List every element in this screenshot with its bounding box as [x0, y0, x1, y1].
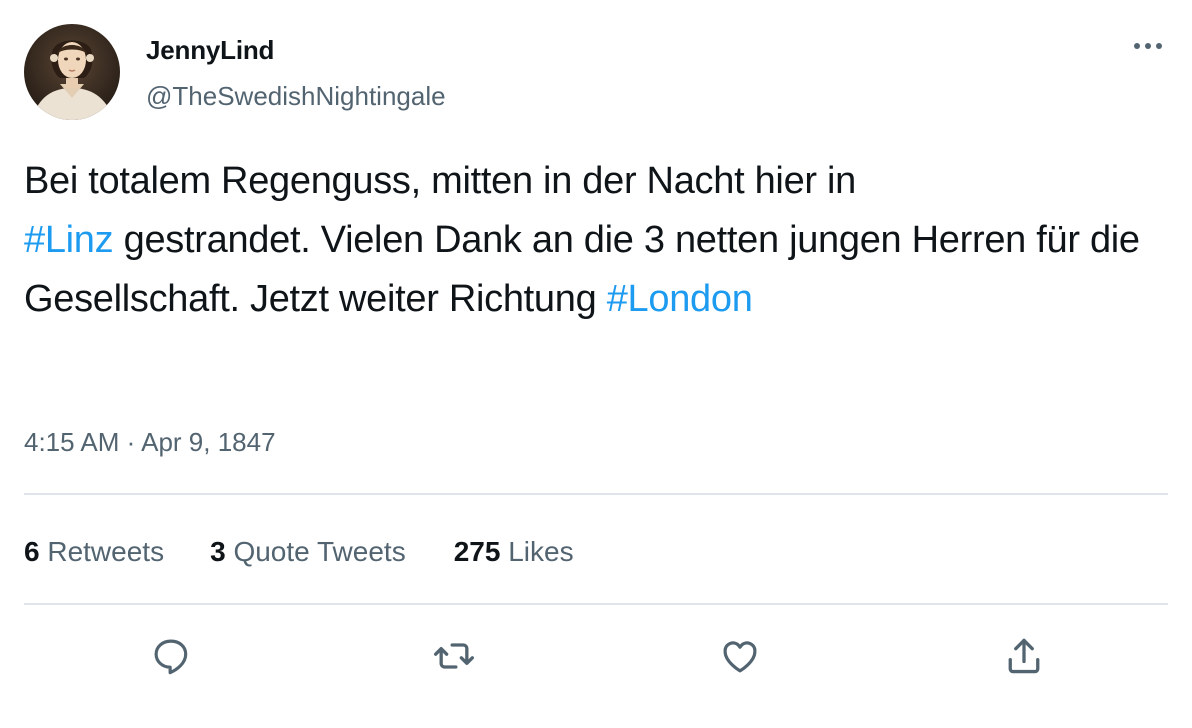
tweet-timestamp[interactable]: 4:15 AM · Apr 9, 1847 [24, 427, 276, 458]
tweet-text: Bei totalem Regenguss, mitten in der Nac… [24, 152, 1164, 329]
author-handle[interactable]: @TheSwedishNightingale [146, 81, 446, 112]
retweets-stat[interactable]: 6 Retweets [24, 536, 164, 568]
retweets-count: 6 [24, 536, 40, 567]
tweet-stats: 6 Retweets 3 Quote Tweets 275 Likes [24, 536, 574, 568]
avatar[interactable] [24, 24, 120, 120]
quote-tweets-stat[interactable]: 3 Quote Tweets [210, 536, 406, 568]
divider [24, 493, 1168, 495]
tweet-card: JennyLind @TheSwedishNightingale Bei tot… [0, 0, 1192, 728]
tweet-time: 4:15 AM [24, 427, 120, 457]
likes-label: Likes [508, 536, 574, 567]
like-button[interactable] [716, 632, 764, 680]
portrait-avatar-icon [24, 24, 120, 120]
tweet-date: Apr 9, 1847 [141, 427, 276, 457]
retweets-label: Retweets [47, 536, 165, 567]
reply-icon [154, 639, 188, 675]
more-options-icon[interactable] [1128, 34, 1168, 58]
tweet-text-segment: gestrandet. Vielen Dank an die 3 netten … [24, 219, 1140, 320]
tweet-text-segment: Bei totalem Regenguss, mitten in der Nac… [24, 160, 856, 202]
hashtag-link[interactable]: #Linz [24, 219, 114, 261]
quote-tweets-label: Quote Tweets [233, 536, 406, 567]
author-display-name[interactable]: JennyLind [146, 35, 274, 66]
share-button[interactable] [1000, 632, 1048, 680]
share-icon [1008, 638, 1040, 674]
likes-stat[interactable]: 275 Likes [454, 536, 574, 568]
like-icon [723, 641, 757, 673]
reply-button[interactable] [147, 632, 195, 680]
quote-tweets-count: 3 [210, 536, 226, 567]
likes-count: 275 [453, 536, 501, 567]
meta-separator: · [126, 427, 136, 457]
hashtag-link[interactable]: #London [607, 278, 753, 320]
retweet-button[interactable] [430, 632, 478, 680]
retweet-icon [434, 643, 474, 669]
divider [24, 603, 1168, 605]
